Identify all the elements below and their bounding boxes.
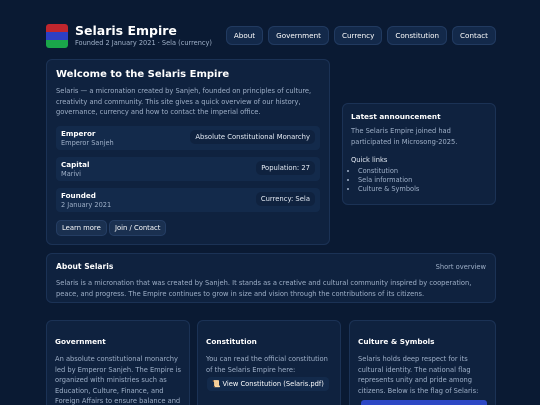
info-row-emperor: Emperor Emperor Sanjeh Absolute Constitu… <box>56 126 320 150</box>
info-label: Capital <box>61 160 90 169</box>
nav-contact[interactable]: Contact <box>452 26 496 45</box>
about-section: About Selaris Short overview Selaris is … <box>46 253 496 303</box>
info-value: 2 January 2021 <box>61 201 112 209</box>
nav-about[interactable]: About <box>225 26 264 45</box>
nav-currency[interactable]: Currency <box>333 26 383 45</box>
selaris-flag-image <box>361 400 487 405</box>
about-text: Selaris is a micronation that was create… <box>56 279 472 298</box>
nav-government[interactable]: Government <box>268 26 329 45</box>
info-value: Emperor Sanjeh <box>61 139 114 147</box>
info-label: Emperor <box>61 129 96 138</box>
about-tag: Short overview <box>435 263 486 271</box>
quick-link-sela[interactable]: Sela information <box>358 176 419 185</box>
culture-card: Culture & Symbols Selaris holds deep res… <box>349 320 496 405</box>
announcement-text: The Selaris Empire joined had participat… <box>351 127 458 146</box>
site-title: Selaris Empire <box>75 23 177 38</box>
constitution-text: You can read the official constitution o… <box>206 355 328 374</box>
welcome-text: Selaris — a micronation created by Sanje… <box>56 87 312 116</box>
announcement-card: Latest announcement The Selaris Empire j… <box>342 103 496 205</box>
learn-more-button[interactable]: Learn more <box>56 220 107 236</box>
quick-link-culture[interactable]: Culture & Symbols <box>358 185 419 194</box>
welcome-card: Welcome to the Selaris Empire Selaris — … <box>46 59 330 245</box>
nav-constitution[interactable]: Constitution <box>387 26 448 45</box>
quick-links-title: Quick links <box>351 156 388 164</box>
government-text: An absolute constitutional monarchy led … <box>55 355 181 405</box>
quick-link-constitution[interactable]: Constitution <box>358 167 419 176</box>
culture-text: Selaris holds deep respect for its cultu… <box>358 355 479 395</box>
info-label: Founded <box>61 191 96 200</box>
constitution-card: Constitution You can read the official c… <box>197 320 341 405</box>
scroll-icon: 📜 <box>212 380 221 388</box>
join-contact-button[interactable]: Join / Contact <box>109 220 167 236</box>
constitution-title: Constitution <box>206 337 257 346</box>
government-title: Government <box>55 337 106 346</box>
culture-title: Culture & Symbols <box>358 337 435 346</box>
quick-links-list: Constitution Sela information Culture & … <box>358 167 419 193</box>
site-header: Selaris Empire Founded 2 January 2021 · … <box>46 22 496 52</box>
main-nav: About Government Currency Constitution C… <box>225 26 496 45</box>
site-subtitle: Founded 2 January 2021 · Sela (currency) <box>75 39 213 47</box>
info-pill: Absolute Constitutional Monarchy <box>190 130 315 144</box>
national-flag-logo <box>46 24 68 48</box>
info-row-capital: Capital Marivi Population: 27 <box>56 157 320 181</box>
info-value: Marivi <box>61 170 82 178</box>
info-pill: Currency: Sela <box>255 192 315 206</box>
government-card: Government An absolute constitutional mo… <box>46 320 190 405</box>
info-pill: Population: 27 <box>256 161 315 175</box>
view-constitution-label: View Constitution (Selaris.pdf) <box>222 380 324 388</box>
info-row-founded: Founded 2 January 2021 Currency: Sela <box>56 188 320 212</box>
view-constitution-link[interactable]: 📜 View Constitution (Selaris.pdf) <box>207 377 329 391</box>
announcement-title: Latest announcement <box>351 112 441 121</box>
welcome-title: Welcome to the Selaris Empire <box>56 69 230 80</box>
about-title: About Selaris <box>56 262 114 271</box>
